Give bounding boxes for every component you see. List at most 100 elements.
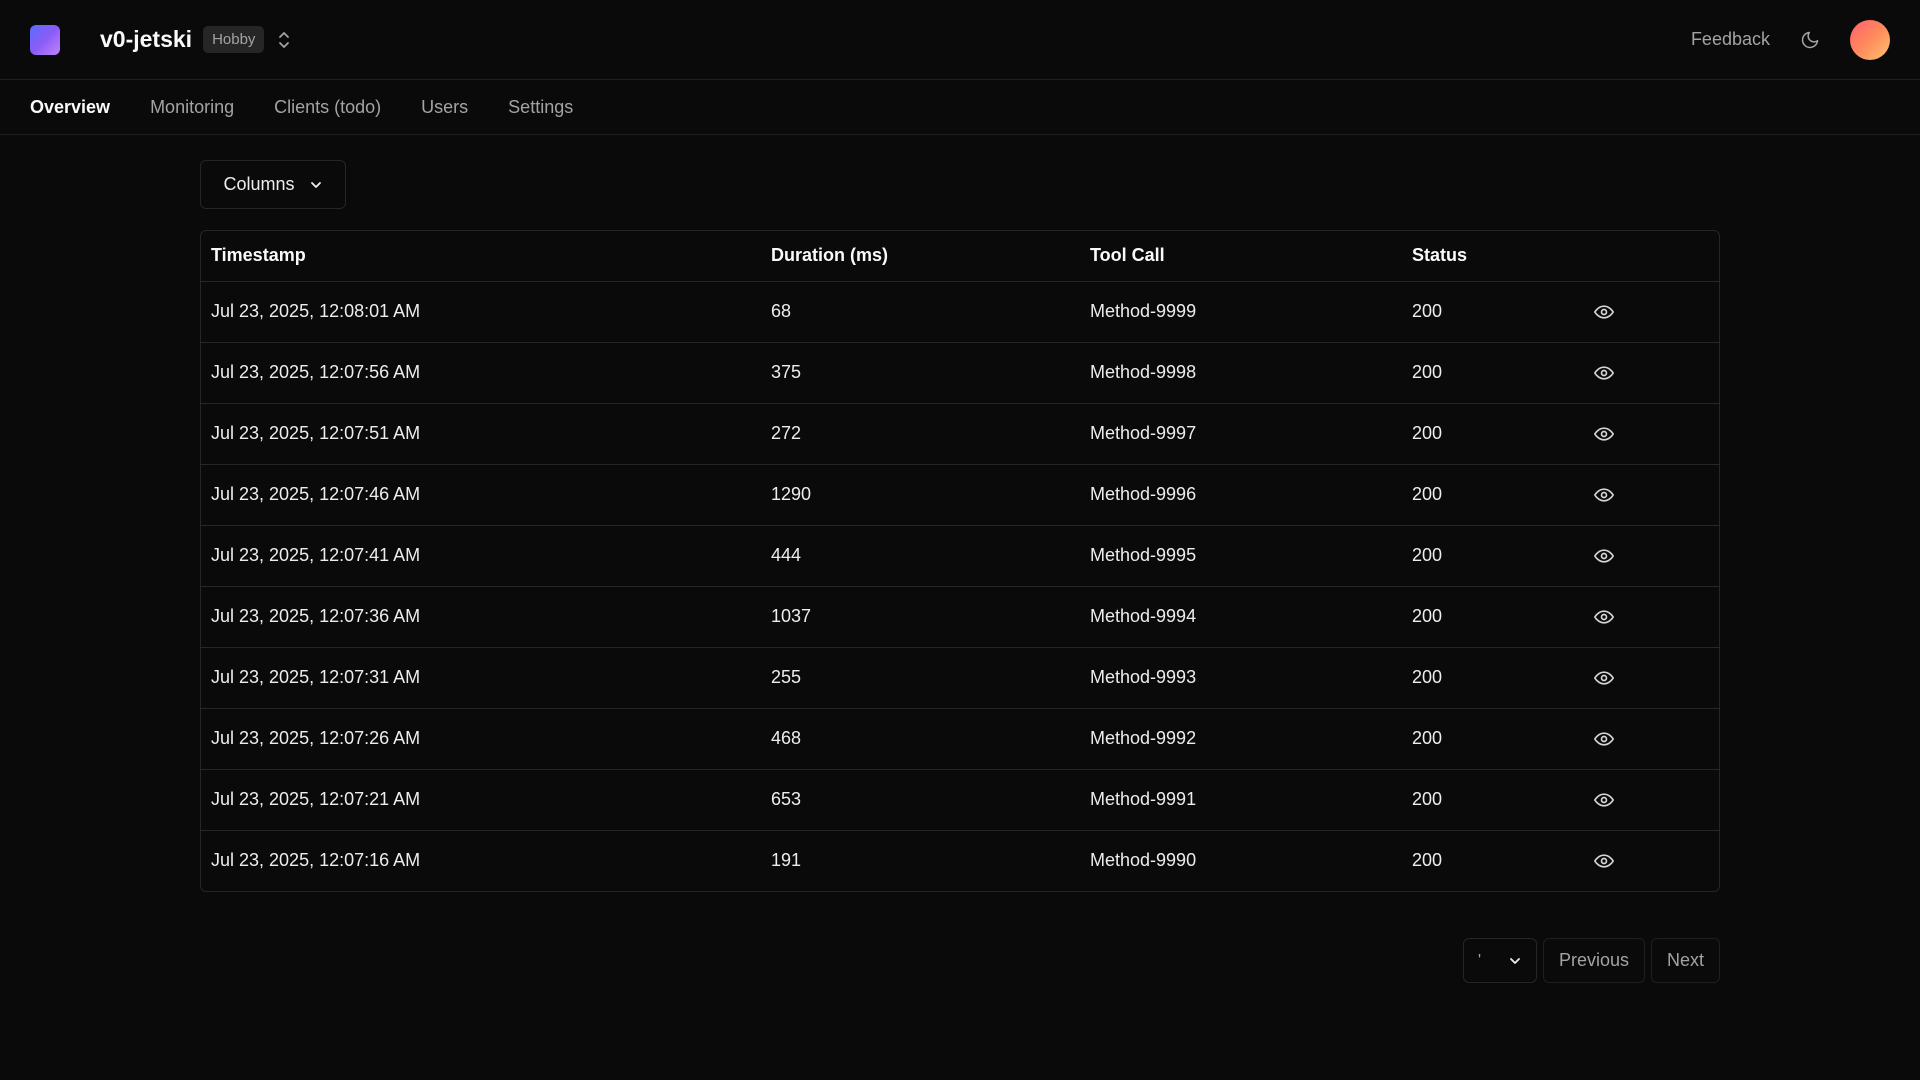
eye-icon[interactable] (1592, 546, 1616, 566)
cell-status: 200 (1402, 769, 1582, 831)
requests-table: Timestamp Duration (ms) Tool Call Status… (200, 230, 1720, 892)
cell-tool-call: Method-9998 (1080, 342, 1402, 404)
cell-duration: 272 (761, 403, 1080, 465)
cell-tool-call: Method-9993 (1080, 647, 1402, 709)
cell-duration: 255 (761, 647, 1080, 709)
cell-tool-call: Method-9996 (1080, 464, 1402, 526)
top-bar: v0-jetski Hobby Feedback (0, 0, 1920, 80)
eye-icon[interactable] (1592, 363, 1616, 383)
cell-timestamp: Jul 23, 2025, 12:08:01 AM (201, 281, 761, 343)
project-name[interactable]: v0-jetski (100, 26, 192, 53)
cell-timestamp: Jul 23, 2025, 12:07:46 AM (201, 464, 761, 526)
moon-icon[interactable] (1800, 30, 1820, 50)
cell-duration: 468 (761, 708, 1080, 770)
app-logo[interactable] (30, 24, 60, 55)
eye-icon[interactable] (1592, 607, 1616, 627)
feedback-button[interactable]: Feedback (1691, 29, 1770, 50)
chevron-up-down-icon[interactable] (276, 30, 292, 50)
table-row[interactable]: Jul 23, 2025, 12:07:41 AM 444 Method-9995 2… (201, 525, 1719, 587)
chevron-down-icon (310, 181, 321, 188)
cell-status: 200 (1402, 281, 1582, 343)
cell-actions (1582, 464, 1719, 526)
cell-actions (1582, 403, 1719, 465)
cell-tool-call: Method-9997 (1080, 403, 1402, 465)
cell-actions (1582, 708, 1719, 770)
tab-clients[interactable]: Clients (todo) (274, 97, 381, 118)
chevron-down-icon (1510, 957, 1520, 964)
header-tool-call: Tool Call (1080, 231, 1402, 282)
cell-timestamp: Jul 23, 2025, 12:07:31 AM (201, 647, 761, 709)
cell-timestamp: Jul 23, 2025, 12:07:16 AM (211, 850, 421, 871)
cell-timestamp: Jul 23, 2025, 12:07:36 AM (201, 586, 761, 648)
cell-tool-call: Method-9994 (1080, 586, 1402, 648)
cell-tool-call: Method-9992 (1080, 708, 1402, 770)
cell-duration: 68 (761, 281, 1080, 343)
cell-timestamp: Jul 23, 2025, 12:07:56 AM (201, 342, 761, 404)
eye-icon[interactable] (1592, 729, 1616, 749)
tab-settings[interactable]: Settings (508, 97, 573, 118)
table-row[interactable]: Jul 23, 2025, 12:07:46 AM 1290 Method-9996… (201, 464, 1719, 526)
cell-actions (1582, 281, 1719, 343)
cell-tool-call: Method-9999 (1080, 281, 1402, 343)
cell-status: 200 (1402, 342, 1582, 404)
page-select[interactable]: ' (1462, 938, 1537, 983)
next-button[interactable]: Next (1650, 938, 1720, 983)
table-row[interactable]: Jul 23, 2025, 12:07:31 AM 255 Method-9993 2… (201, 647, 1719, 709)
columns-label: Columns (223, 174, 295, 194)
table-row[interactable]: Jul 23, 2025, 12:07:21 AM 653 Method-9991 2… (201, 769, 1719, 831)
tab-overview[interactable]: Overview (30, 97, 110, 118)
cell-duration: 653 (761, 769, 1080, 831)
header-status: Status (1402, 231, 1582, 282)
cell-status: 200 (1402, 464, 1582, 526)
cell-timestamp: Jul 23, 2025, 12:07:41 AM (201, 525, 761, 587)
table-header-row: Timestamp Duration (ms) Tool Call Status (201, 231, 1719, 282)
header-duration: Duration (ms) (761, 231, 1080, 282)
table-body: Jul 23, 2025, 12:08:01 AM 68 Method-9999 20… (201, 281, 1719, 891)
cell-timestamp: Jul 23, 2025, 12:07:21 AM (201, 769, 761, 831)
cell-timestamp: Jul 23, 2025, 12:07:51 AM (201, 403, 761, 465)
cell-status: 200 (1402, 708, 1582, 770)
cell-tool-call: Method-9995 (1080, 525, 1402, 587)
table-row[interactable]: Jul 23, 2025, 12:07:51 AM 272 Method-9997 2… (201, 403, 1719, 465)
cell-duration: 1290 (761, 464, 1080, 526)
tab-monitoring[interactable]: Monitoring (150, 97, 234, 118)
eye-icon[interactable] (1592, 302, 1616, 322)
page-select-value: ' (1477, 951, 1482, 969)
cell-actions (1582, 525, 1719, 587)
eye-icon[interactable] (1592, 668, 1616, 688)
pagination: ' Previous Next (1462, 938, 1720, 983)
header-actions (1582, 231, 1719, 282)
cell-duration: 1037 (761, 586, 1080, 648)
table-row[interactable]: Jul 23, 2025, 12:08:01 AM 68 Method-9999 20… (201, 281, 1719, 343)
columns-button[interactable]: Columns (200, 160, 346, 209)
cell-duration: 444 (761, 525, 1080, 587)
cell-tool-call: Method-9991 (1080, 769, 1402, 831)
previous-button[interactable]: Previous (1542, 938, 1645, 983)
table-row[interactable]: Jul 23, 2025, 12:07:36 AM 1037 Method-9994… (201, 586, 1719, 648)
eye-icon[interactable] (1592, 485, 1616, 505)
cell-actions (1582, 342, 1719, 404)
cell-actions (1582, 830, 1719, 891)
table-row[interactable]: Jul 23, 2025, 12:07:16 AM 191 Method-9990 2… (201, 830, 1719, 891)
table-row[interactable]: Jul 23, 2025, 12:07:56 AM 375 Method-9998 2… (201, 342, 1719, 404)
eye-icon[interactable] (1592, 424, 1616, 444)
cell-duration: 191 (771, 850, 802, 871)
table-row[interactable]: Jul 23, 2025, 12:07:26 AM 468 Method-9992 2… (201, 708, 1719, 770)
tab-users[interactable]: Users (421, 97, 468, 118)
plan-badge: Hobby (203, 26, 265, 53)
cell-actions (1582, 586, 1719, 648)
eye-icon[interactable] (1592, 851, 1616, 871)
avatar[interactable] (1850, 19, 1890, 60)
cell-status: 200 (1402, 586, 1582, 648)
cell-tool-call: Method-9990 (1090, 850, 1197, 871)
cell-status: 200 (1402, 403, 1582, 465)
eye-icon[interactable] (1592, 790, 1616, 810)
cell-status: 200 (1402, 647, 1582, 709)
cell-duration: 375 (761, 342, 1080, 404)
cell-actions (1582, 647, 1719, 709)
cell-status: 200 (1402, 525, 1582, 587)
header-timestamp: Timestamp (201, 231, 761, 282)
cell-timestamp: Jul 23, 2025, 12:07:26 AM (201, 708, 761, 770)
cell-actions (1582, 769, 1719, 831)
cell-status: 200 (1412, 850, 1443, 871)
